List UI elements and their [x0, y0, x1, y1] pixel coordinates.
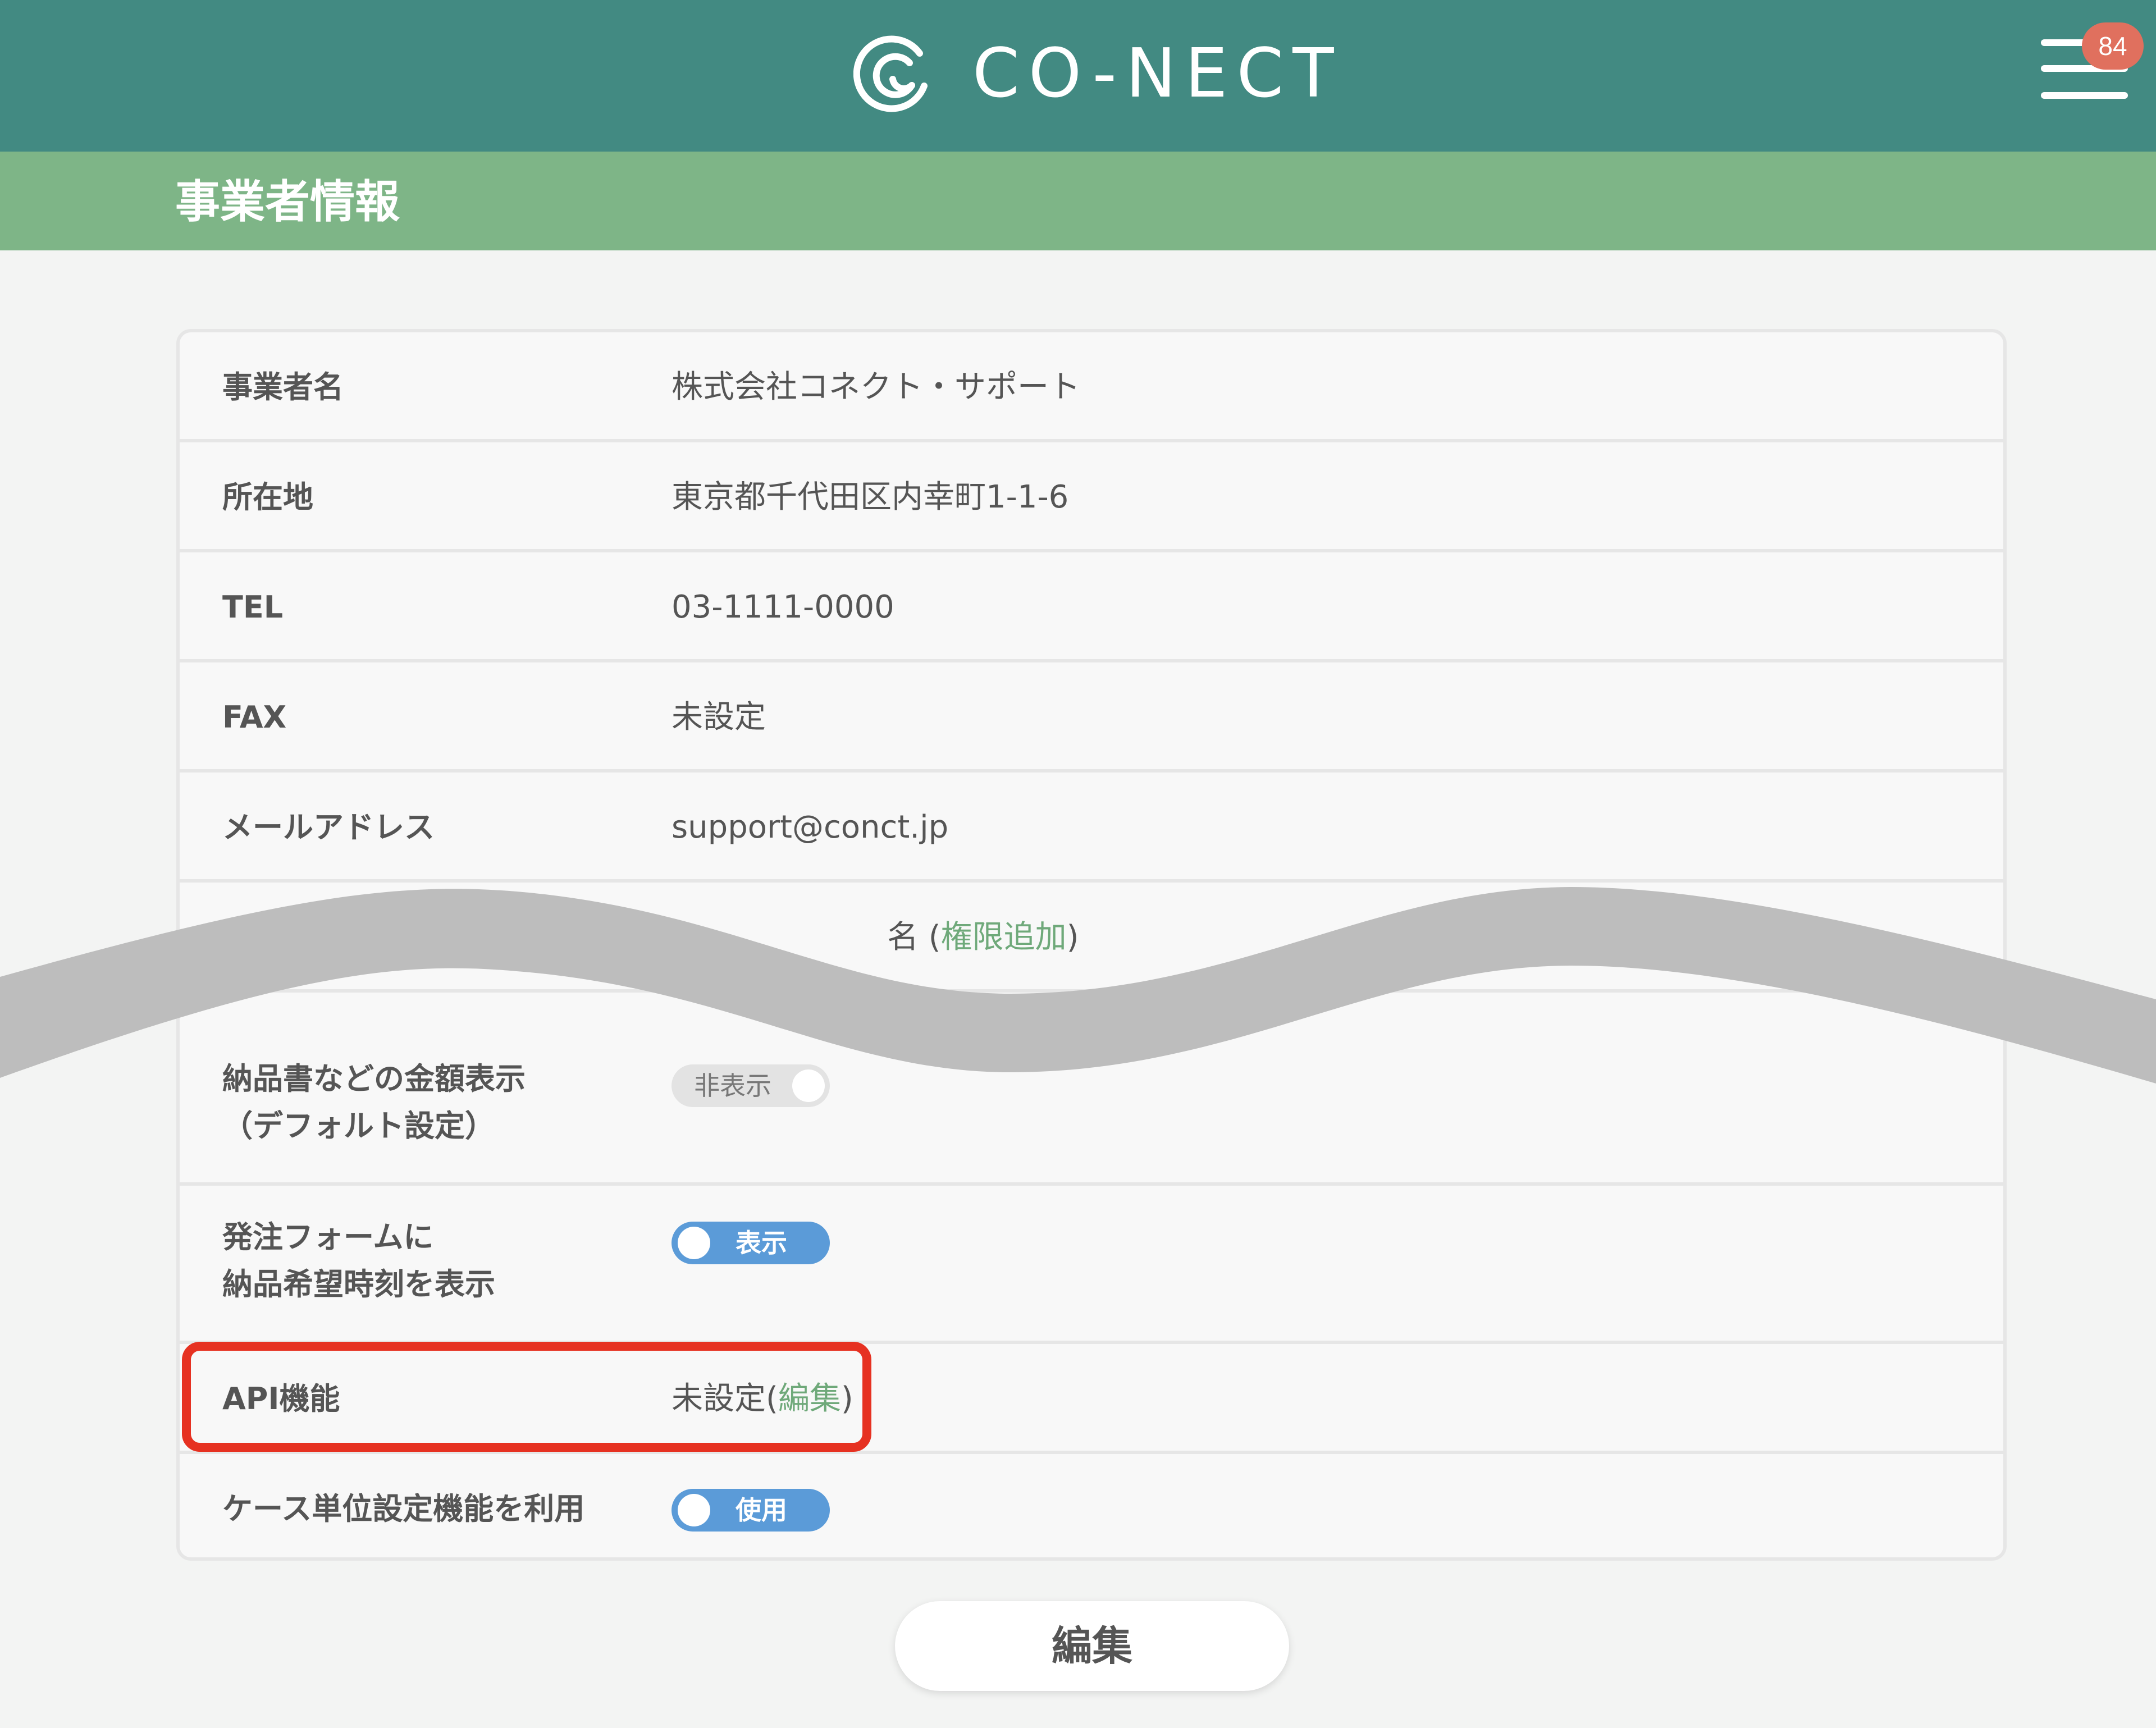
row-label: ケース単位設定機能を利用: [222, 1491, 585, 1526]
toggle-label: 表示: [736, 1228, 787, 1258]
toggle-knob: [678, 1227, 710, 1259]
top-header: CO-NECT 84: [0, 0, 2156, 152]
row-value: support@conct.jp: [672, 809, 949, 845]
row-order-form: 発注フォームに 納品希望時刻を表示 表示: [180, 1186, 2003, 1344]
brand-logo[interactable]: CO-NECT: [853, 29, 1343, 119]
row-value: 東京都千代田区内幸町1-1-6: [672, 479, 1069, 515]
row-case-unit: ケース単位設定機能を利用 使用: [180, 1454, 2003, 1557]
row-value: 未設定: [672, 699, 766, 735]
row-business-name: 事業者名 株式会社コネクト・サポート: [180, 332, 2003, 442]
row-label: FAX: [222, 700, 287, 735]
page-title: 事業者情報: [175, 176, 400, 228]
row-label-line1: 発注フォームに: [222, 1219, 434, 1255]
row-address: 所在地 東京都千代田区内幸町1-1-6: [180, 442, 2003, 552]
row-fax: FAX 未設定: [180, 662, 2003, 772]
row-label: TEL: [222, 589, 284, 625]
omission-wave-divider: [0, 887, 2156, 1084]
row-label: メールアドレス: [222, 810, 435, 845]
delivery-time-toggle[interactable]: 表示: [672, 1222, 830, 1264]
row-value: 03-1111-0000: [672, 589, 894, 625]
row-value: 株式会社コネクト・サポート: [672, 369, 1080, 405]
brand-logo-icon: [853, 35, 928, 112]
edit-button[interactable]: 編集: [895, 1601, 1289, 1691]
row-tel: TEL 03-1111-0000: [180, 552, 2003, 662]
toggle-knob: [678, 1494, 710, 1526]
case-unit-toggle[interactable]: 使用: [672, 1489, 830, 1532]
notification-badge: 84: [2082, 22, 2144, 70]
toggle-label: 使用: [736, 1495, 787, 1525]
row-label-line2: （デフォルト設定）: [222, 1108, 495, 1144]
brand-name: CO-NECT: [972, 35, 1343, 113]
row-label-line2: 納品希望時刻を表示: [222, 1267, 495, 1302]
row-label: 事業者名: [222, 369, 344, 405]
row-label: 所在地: [222, 479, 313, 515]
api-highlight-box: [182, 1342, 871, 1452]
